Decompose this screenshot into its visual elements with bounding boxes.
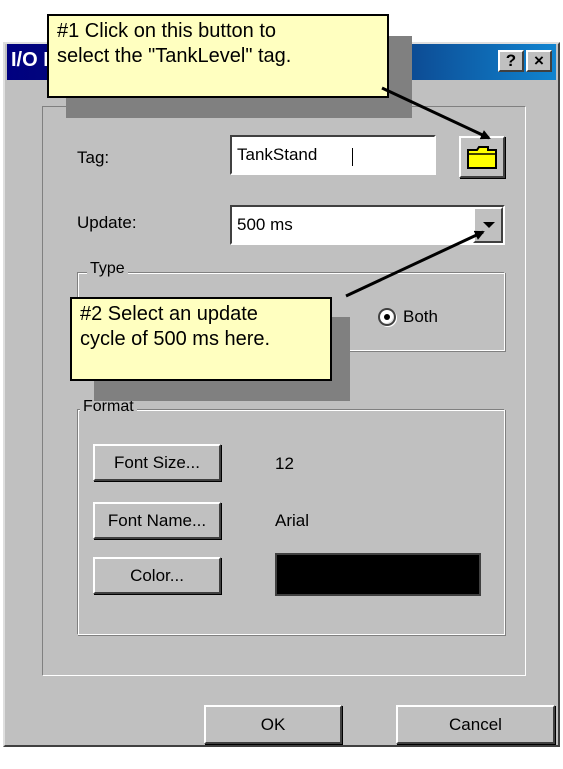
- both-radio[interactable]: [378, 308, 396, 326]
- chevron-down-icon: [483, 222, 495, 228]
- callout-1: #1 Click on this button to select the "T…: [47, 14, 389, 98]
- both-radio-label: Both: [403, 307, 438, 326]
- font-size-value: 12: [275, 454, 294, 473]
- cancel-button[interactable]: Cancel: [396, 705, 555, 744]
- update-select[interactable]: 500 ms: [230, 205, 505, 245]
- tag-browse-button[interactable]: [459, 136, 505, 178]
- close-button[interactable]: ×: [526, 50, 552, 72]
- callout-1-line-2: select the "TankLevel" tag.: [57, 45, 292, 67]
- font-name-value: Arial: [275, 511, 310, 530]
- callout-1-line-1: #1 Click on this button to: [57, 20, 277, 42]
- help-button[interactable]: ?: [498, 50, 524, 72]
- update-label: Update:: [77, 213, 137, 232]
- tag-label: Tag:: [77, 148, 110, 167]
- callout-2-line-1: #2 Select an update: [80, 303, 258, 325]
- color-swatch: [275, 553, 481, 596]
- update-value: 500 ms: [237, 215, 293, 234]
- folder-icon: [467, 146, 497, 169]
- font-size-button[interactable]: Font Size...: [93, 444, 221, 481]
- callout-2-line-2: cycle of 500 ms here.: [80, 328, 271, 350]
- type-legend: Type: [87, 260, 128, 278]
- update-dropdown-arrow[interactable]: [473, 207, 503, 243]
- font-name-button[interactable]: Font Name...: [93, 502, 221, 539]
- callout-2: #2 Select an update cycle of 500 ms here…: [70, 297, 332, 381]
- ok-button[interactable]: OK: [204, 705, 342, 744]
- radio-selected-dot: [384, 314, 390, 320]
- color-button[interactable]: Color...: [93, 557, 221, 594]
- tag-input[interactable]: TankStand: [230, 135, 436, 175]
- tag-value: TankStand: [237, 145, 318, 164]
